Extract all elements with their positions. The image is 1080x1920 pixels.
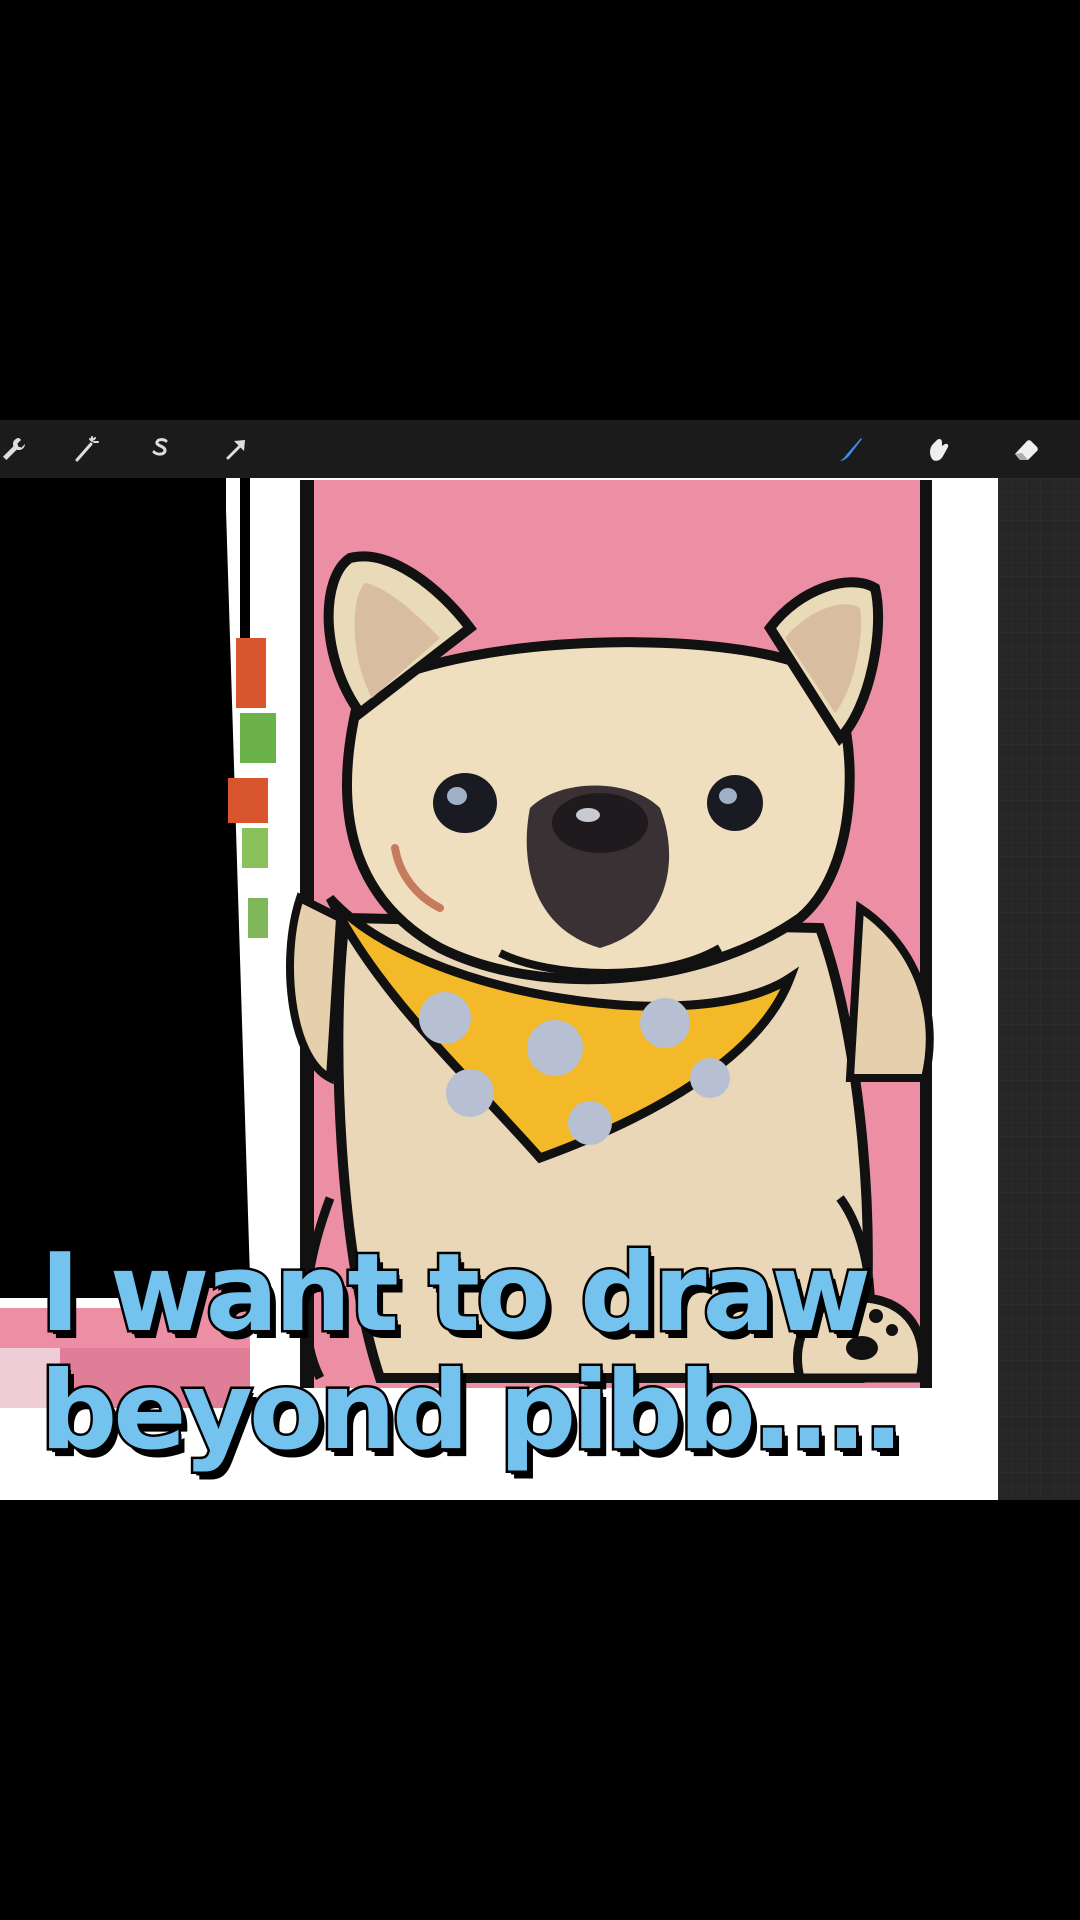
brush-icon[interactable]: [830, 429, 870, 469]
letterbox-top: [0, 0, 1080, 420]
magic-wand-icon[interactable]: [66, 429, 106, 469]
transform-arrow-icon[interactable]: [216, 429, 256, 469]
video-caption: I want to draw beyond pibb....: [38, 1231, 940, 1474]
smudge-icon[interactable]: [918, 429, 958, 469]
top-toolbar: [0, 420, 1080, 479]
wrench-icon[interactable]: [0, 429, 34, 469]
selection-s-icon[interactable]: [140, 429, 180, 469]
caption-line-1: I want to draw: [38, 1231, 874, 1356]
caption-line-2: beyond pibb....: [38, 1349, 907, 1474]
side-panel: [998, 478, 1080, 1500]
eraser-icon[interactable]: [1006, 429, 1046, 469]
letterbox-bottom: [0, 1500, 1080, 1920]
